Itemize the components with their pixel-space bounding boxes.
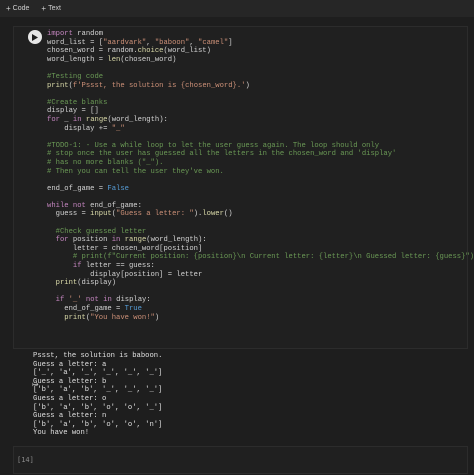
output-line: Guess a letter: o [33,394,107,403]
code-line: if '_' not in display: [55,296,151,305]
code-line: import random [47,30,104,38]
output-line: You have won! [33,429,90,438]
code-line: #TODO-1: - Use a while loop to let the u… [47,141,380,150]
code-line: #Create blanks [47,98,108,107]
output-line: Guess a letter: n [33,412,107,421]
play-icon [32,33,38,41]
code-line: display += "_" [47,124,125,133]
cell-output: Pssst, the solution is baboon. Guess a l… [33,352,453,438]
code-line: word_list = ["aardvark", "baboon", "came… [47,38,233,47]
code-editor[interactable]: import random word_list = ["aardvark", "… [47,30,474,322]
output-line: ['b', 'a', 'b', 'o', 'o', '_'] [33,403,163,412]
code-line: #Check guessed letter [47,227,147,236]
add-code-label: Code [12,5,30,12]
code-line: guess = input("Guess a letter: ").lower(… [47,210,233,219]
next-code-cell[interactable]: [14] [13,446,468,474]
plus-icon: + [6,4,11,13]
code-line: letter = chosen_word[position] [72,244,203,253]
code-line: print(f'Pssst, the solution is {chosen_w… [47,81,250,90]
output-line: Guess a letter: a [33,360,107,369]
code-line: chosen_word = random.choice(word_list) [47,47,211,56]
notebook-toolbar: + Code + Text [0,0,474,17]
code-line: #Testing code [47,72,104,81]
code-line: # stop once the user has guessed all the… [47,150,397,159]
code-line: print(display) [55,279,117,288]
run-cell-button[interactable] [28,30,42,44]
code-line: for _ in range(word_length): [47,115,168,124]
code-line: # print(f"Current position: {position}\n… [47,253,474,262]
output-line: ['_', 'a', '_', '_', '_', '_'] [33,369,163,378]
code-line: print("You have won!") [64,313,160,322]
code-line: end_of_game = True [47,305,142,313]
output-line: ['b', 'a', 'b', 'o', 'o', 'n'] [33,420,163,429]
output-line: Pssst, the solution is baboon. [33,352,163,360]
add-text-label: Text [48,5,61,12]
execution-count: [14] [17,456,34,464]
code-line: # has no more blanks ("_"). [47,158,164,167]
code-line: while not end_of_game: [47,201,142,210]
add-code-button[interactable]: + Code [6,4,29,13]
code-line: display = [] [47,107,99,116]
code-cell[interactable]: import random word_list = ["aardvark", "… [13,26,474,389]
code-line: end_of_game = False [47,184,129,193]
code-line: display[position] = letter [90,270,203,279]
plus-icon: + [41,4,47,13]
code-line: # Then you can tell the user they've won… [47,167,224,176]
add-text-button[interactable]: + Text [41,4,61,13]
output-line: Guess a letter: b [33,377,107,386]
code-line: if letter == guess: [72,262,155,271]
output-line: ['b', 'a', 'b', '_', '_', '_'] [33,386,163,395]
code-line: for position in range(word_length): [55,236,207,245]
code-line: word_length = len(chosen_word) [47,55,177,64]
